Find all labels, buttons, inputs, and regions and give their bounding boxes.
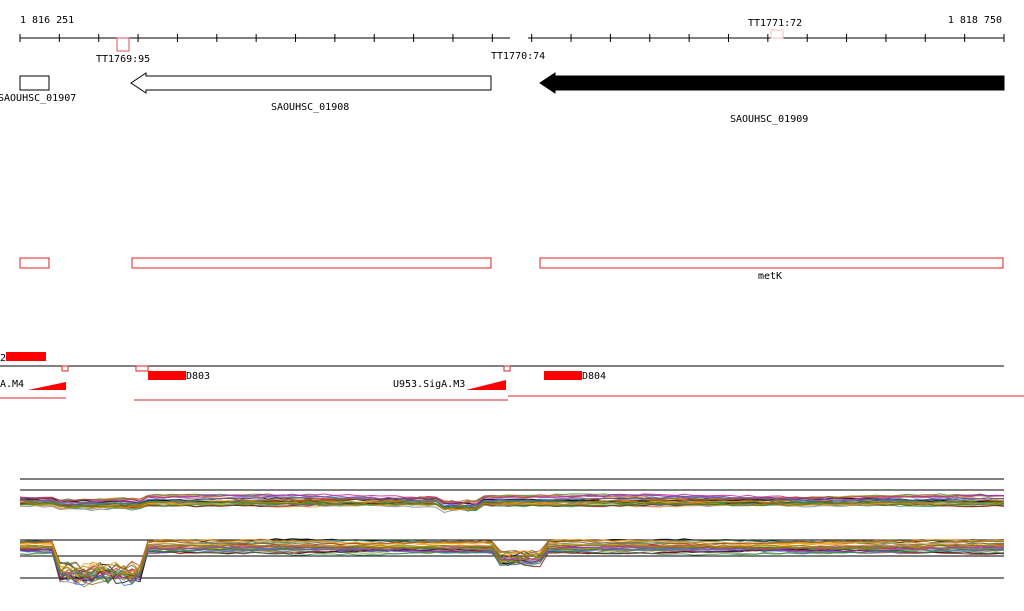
- feature-block-d803[interactable]: [148, 371, 186, 380]
- gene-saouhsc-01908[interactable]: [130, 72, 492, 94]
- terminator-label-tt1771: TT1771:72: [748, 18, 802, 29]
- feature-wedge-sig-right[interactable]: [466, 380, 506, 390]
- gene-track: SAOUHSC_01907 SAOUHSC_01908 SAOUHSC_0190…: [0, 72, 1005, 125]
- terminator-marker-tt1769[interactable]: [116, 37, 130, 52]
- terminator-marker-tt1771[interactable]: [770, 29, 784, 39]
- feature-block-d804[interactable]: [544, 371, 582, 380]
- feature-wedge-sig-left[interactable]: [28, 382, 66, 390]
- expression-track-upper: [19, 478, 1005, 514]
- gene-label-saouhsc-01909: SAOUHSC_01909: [730, 114, 808, 125]
- feature-block-left-clipped[interactable]: [6, 352, 46, 361]
- genome-browser-canvas: 1 816 251 1 818 750 TT1769:95 TT1770:74 …: [0, 15, 1024, 588]
- feature-marker-left[interactable]: [61, 365, 69, 372]
- terminator-marker-tt1770[interactable]: [510, 30, 528, 44]
- gene-saouhsc-01907[interactable]: [19, 75, 50, 91]
- feature-marker-mid[interactable]: [135, 365, 149, 372]
- terminator-label-tt1770: TT1770:74: [491, 51, 545, 62]
- gene-label-saouhsc-01907: SAOUHSC_01907: [0, 93, 76, 104]
- feature-label-sig-right: U953.SigA.M3: [393, 379, 465, 390]
- annotation-box-2[interactable]: [131, 257, 492, 269]
- feature-marker-right[interactable]: [503, 365, 511, 372]
- annotation-label-metk: metK: [758, 271, 782, 282]
- terminator-track: TT1769:95 TT1770:74 TT1771:72: [96, 18, 802, 65]
- gene-saouhsc-01909[interactable]: [539, 72, 1005, 94]
- ruler-start-label: 1 816 251: [20, 15, 74, 26]
- feature-label-d803: D803: [186, 371, 210, 382]
- annotation-track: metK: [19, 257, 1004, 282]
- annotation-box-1[interactable]: [19, 257, 50, 269]
- expression-upper-profiles: [19, 493, 1005, 514]
- feature-label-left-clipped: 2: [0, 353, 6, 364]
- ruler-end-label: 1 818 750: [948, 15, 1002, 26]
- gene-label-saouhsc-01908: SAOUHSC_01908: [271, 102, 349, 113]
- annotation-box-metk[interactable]: [539, 257, 1004, 269]
- expression-lower-profiles: [19, 538, 1005, 588]
- feature-label-d804: D804: [582, 371, 606, 382]
- feature-track: 2 D803 D804 A.M4 U953.SigA.M3: [0, 352, 1024, 401]
- feature-label-sig-left: A.M4: [0, 379, 24, 390]
- terminator-label-tt1769: TT1769:95: [96, 54, 150, 65]
- expression-track-lower: [19, 538, 1005, 588]
